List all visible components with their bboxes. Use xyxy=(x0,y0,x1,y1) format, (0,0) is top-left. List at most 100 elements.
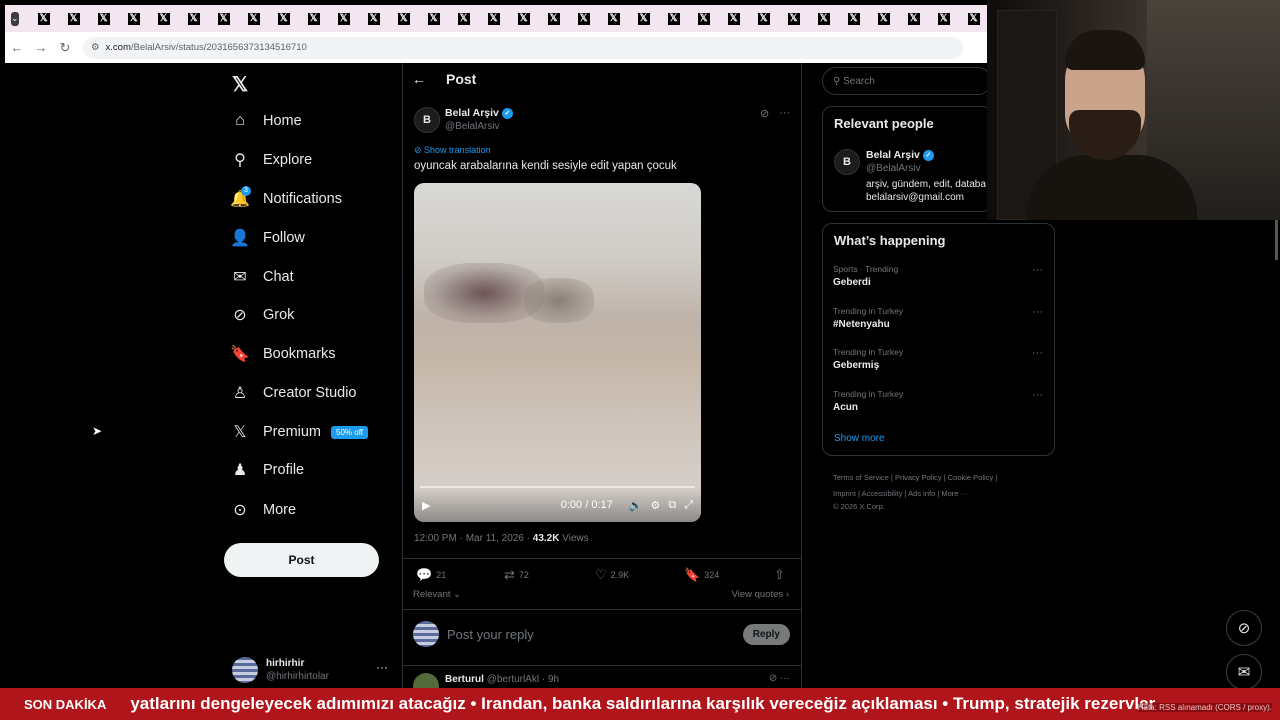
nav-item-follow[interactable]: 👤 Follow xyxy=(230,223,305,253)
browser-tab[interactable]: 𝕏 xyxy=(149,5,179,32)
account-switcher[interactable]: hirhirhir @hirhirhirtolar ··· xyxy=(232,654,392,686)
nav-item-chat[interactable]: ✉ Chat xyxy=(230,262,294,292)
nav-item-home[interactable]: ⌂ Home xyxy=(230,106,302,136)
more-dots-icon[interactable]: ··· xyxy=(1032,264,1043,276)
x-logo-icon[interactable]: 𝕏 xyxy=(232,72,248,97)
scrollbar[interactable] xyxy=(1275,220,1278,260)
bookmark-action[interactable]: 🔖 324 xyxy=(684,567,719,583)
reply-action[interactable]: 💬 21 xyxy=(416,567,446,583)
browser-tab[interactable]: 𝕏 xyxy=(659,5,689,32)
browser-tab[interactable]: 𝕏 xyxy=(449,5,479,32)
trend-item[interactable]: Sports · Trending Geberdi ··· xyxy=(833,264,1043,288)
browser-tab[interactable]: 𝕏 xyxy=(209,5,239,32)
address-bar[interactable]: ⚙ x.com/BelalArsiv/status/20316563731345… xyxy=(83,36,963,59)
browser-tab[interactable]: 𝕏 xyxy=(749,5,779,32)
browser-tab[interactable]: 𝕏 xyxy=(719,5,749,32)
pip-icon[interactable]: ⧉ xyxy=(668,499,676,512)
browser-tab[interactable]: 𝕏 xyxy=(479,5,509,32)
messages-icon[interactable]: ✉ xyxy=(1226,654,1262,690)
browser-tab[interactable]: 𝕏 xyxy=(929,5,959,32)
grok-icon[interactable]: ⊘ xyxy=(760,107,769,120)
more-dots-icon[interactable]: ··· xyxy=(376,660,388,674)
reply-input[interactable]: Post your reply xyxy=(447,627,534,642)
browser-tab[interactable]: 𝕏 xyxy=(839,5,869,32)
browser-tab[interactable]: 𝕏 xyxy=(599,5,629,32)
share-action[interactable]: ⇧ xyxy=(774,567,785,583)
browser-tab[interactable]: 𝕏 xyxy=(569,5,599,32)
forward-arrow-icon[interactable]: → xyxy=(29,40,53,55)
author-handle[interactable]: @BelalArsiv xyxy=(445,121,500,132)
trend-item[interactable]: Trending in Turkey #Netenyahu ··· xyxy=(833,306,1043,330)
browser-tab[interactable]: 𝕏 xyxy=(359,5,389,32)
person-name[interactable]: Belal Arşiv ✓ xyxy=(866,149,934,161)
author-name[interactable]: Belal Arşiv ✓ xyxy=(445,107,513,120)
nav-item-creator-studio[interactable]: ♙ Creator Studio xyxy=(230,378,357,408)
author-avatar[interactable]: B xyxy=(414,107,440,133)
browser-tab[interactable]: 𝕏 xyxy=(119,5,149,32)
more-dots-icon[interactable]: ··· xyxy=(779,107,790,120)
reply-button[interactable]: Reply xyxy=(742,623,790,645)
browser-tab[interactable]: 𝕏 xyxy=(809,5,839,32)
comment-actions[interactable]: ⊘ ··· xyxy=(769,673,790,684)
post-button[interactable]: Post xyxy=(224,543,379,577)
browser-tab[interactable]: 𝕏 xyxy=(959,5,989,32)
browser-tab[interactable]: 𝕏 xyxy=(29,5,59,32)
video-player[interactable]: ▶ 0:00 / 0:17 🔊 ⚙ ⧉ ⤢ xyxy=(414,183,701,522)
browser-tab[interactable]: 𝕏 xyxy=(689,5,719,32)
back-arrow-icon[interactable]: ← xyxy=(5,40,29,55)
settings-gear-icon[interactable]: ⚙ xyxy=(650,499,660,512)
nav-item-grok[interactable]: ⊘ Grok xyxy=(230,300,294,330)
reload-icon[interactable]: ↻ xyxy=(53,40,77,56)
play-icon[interactable]: ▶ xyxy=(422,499,430,512)
grok-icon[interactable]: ⊘ xyxy=(1226,610,1262,646)
browser-tab[interactable]: 𝕏 xyxy=(89,5,119,32)
footer-line[interactable]: Terms of Service | Privacy Policy | Cook… xyxy=(833,470,1053,486)
view-quotes-link[interactable]: View quotes › xyxy=(732,589,789,600)
browser-tab[interactable]: 𝕏 xyxy=(59,5,89,32)
nav-item-bookmarks[interactable]: 🔖 Bookmarks xyxy=(230,339,336,369)
site-info-icon[interactable]: ⚙ xyxy=(91,42,100,53)
x-favicon-icon: 𝕏 xyxy=(907,12,920,25)
nav-item-profile[interactable]: ♟ Profile xyxy=(230,455,304,485)
browser-tab[interactable]: 𝕏 xyxy=(389,5,419,32)
repost-action[interactable]: ⇄ 72 xyxy=(504,567,529,583)
browser-tab[interactable]: 𝕏 xyxy=(179,5,209,32)
fullscreen-icon[interactable]: ⤢ xyxy=(684,499,693,512)
browser-tab[interactable]: 𝕏 xyxy=(269,5,299,32)
trend-category: Trending in Turkey xyxy=(833,305,904,316)
trend-item[interactable]: Trending in Turkey Gebermiş ··· xyxy=(833,347,1043,371)
verified-icon: ✓ xyxy=(922,149,934,161)
browser-tab[interactable]: 𝕏 xyxy=(629,5,659,32)
browser-tab[interactable]: 𝕏 xyxy=(869,5,899,32)
browser-tab[interactable]: 𝕏 xyxy=(419,5,449,32)
more-dots-icon[interactable]: ··· xyxy=(1032,389,1043,401)
footer-line[interactable]: Imprint | Accessibility | Ads info | Mor… xyxy=(833,486,1053,502)
show-translation-link[interactable]: ⊘ Show translation xyxy=(414,145,491,156)
show-more-link[interactable]: Show more xyxy=(834,433,885,444)
panel-title: Relevant people xyxy=(834,116,934,131)
sort-dropdown[interactable]: Relevant ⌄ xyxy=(413,589,461,600)
avatar[interactable]: B xyxy=(834,149,860,175)
volume-icon[interactable]: 🔊 xyxy=(629,499,643,512)
browser-tab[interactable]: 𝕏 xyxy=(539,5,569,32)
post-timestamp[interactable]: 12:00 PM · Mar 11, 2026 · xyxy=(414,533,533,544)
more-dots-icon[interactable]: ··· xyxy=(1032,306,1043,318)
tab-search-dropdown[interactable]: ⌄ xyxy=(11,11,19,26)
x-favicon-icon: 𝕏 xyxy=(547,12,560,25)
nav-item-label: Chat xyxy=(263,269,294,285)
mouse-cursor-icon: ➤ xyxy=(92,424,103,438)
browser-tab[interactable]: 𝕏 xyxy=(899,5,929,32)
browser-tab[interactable]: 𝕏 xyxy=(509,5,539,32)
back-icon[interactable]: ← xyxy=(412,71,426,87)
trend-item[interactable]: Trending in Turkey Acun ··· xyxy=(833,389,1043,413)
search-input[interactable]: ⚲ Search xyxy=(822,67,992,95)
browser-tab[interactable]: 𝕏 xyxy=(779,5,809,32)
nav-item-more[interactable]: ⊙ More xyxy=(230,495,296,525)
nav-item-explore[interactable]: ⚲ Explore xyxy=(230,145,312,175)
browser-tab[interactable]: 𝕏 xyxy=(299,5,329,32)
like-action[interactable]: ♡ 2.9K xyxy=(595,567,629,583)
nav-item-premium[interactable]: 𝕏 Premium 50% off xyxy=(230,417,368,447)
more-dots-icon[interactable]: ··· xyxy=(1032,347,1043,359)
browser-tab[interactable]: 𝕏 xyxy=(329,5,359,32)
browser-tab[interactable]: 𝕏 xyxy=(239,5,269,32)
